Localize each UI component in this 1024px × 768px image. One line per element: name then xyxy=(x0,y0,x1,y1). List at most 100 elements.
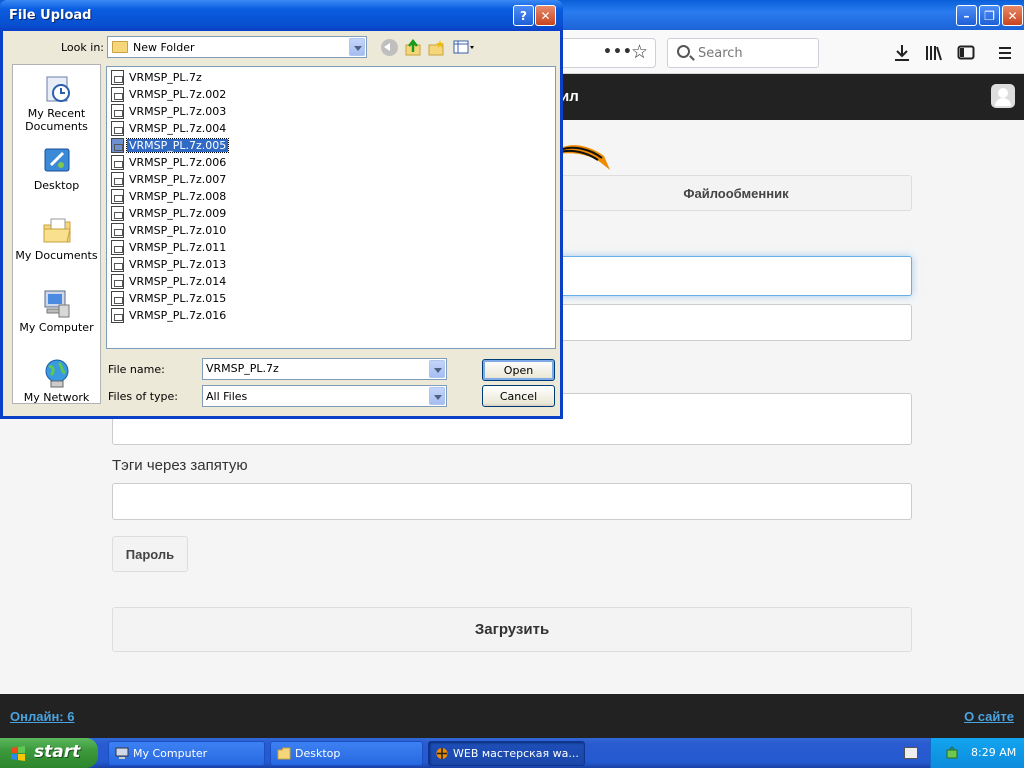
list-item[interactable]: VRMSP_PL.7z.010 xyxy=(111,222,228,238)
list-item[interactable]: VRMSP_PL.7z.002 xyxy=(111,86,228,102)
archive-file-icon xyxy=(111,205,124,221)
close-button[interactable]: ✕ xyxy=(1002,5,1023,26)
file-name: VRMSP_PL.7z.014 xyxy=(129,274,227,288)
task-browser[interactable]: WEB мастерская wa... xyxy=(428,741,585,766)
search-box[interactable]: Search xyxy=(667,38,819,68)
tags-input[interactable] xyxy=(112,483,912,520)
list-item[interactable]: VRMSP_PL.7z.014 xyxy=(111,273,228,289)
safely-remove-icon[interactable] xyxy=(945,746,959,760)
password-button[interactable]: Пароль xyxy=(112,536,188,572)
upload-button[interactable]: Загрузить xyxy=(112,607,912,652)
list-item[interactable]: VRMSP_PL.7z.011 xyxy=(111,239,228,255)
dialog-close-button[interactable]: ✕ xyxy=(535,5,556,26)
file-name: VRMSP_PL.7z.013 xyxy=(129,257,227,271)
site-footer xyxy=(0,694,1024,738)
back-icon[interactable] xyxy=(381,39,398,56)
list-item[interactable]: VRMSP_PL.7z.003 xyxy=(111,103,228,119)
task-label: My Computer xyxy=(133,747,208,760)
file-list[interactable]: VRMSP_PL.7z VRMSP_PL.7z.002 VRMSP_PL.7z.00… xyxy=(106,66,556,349)
keyboard-icon[interactable] xyxy=(904,747,918,759)
file-name: VRMSP_PL.7z.011 xyxy=(129,240,227,254)
archive-file-icon xyxy=(111,307,124,323)
folder-icon xyxy=(112,41,128,53)
place-label: My Recent Documents xyxy=(25,107,88,133)
task-my-computer[interactable]: My Computer xyxy=(108,741,265,766)
list-item[interactable]: VRMSP_PL.7z.016 xyxy=(111,307,228,323)
list-item[interactable]: VRMSP_PL.7z.005 xyxy=(111,137,230,153)
file-name: VRMSP_PL.7z.003 xyxy=(129,104,227,118)
dialog-titlebar[interactable]: File Upload ? ✕ xyxy=(0,0,563,31)
my-documents-icon xyxy=(43,218,71,243)
place-my-network[interactable]: My Network xyxy=(13,357,100,404)
place-label: My Network xyxy=(23,391,90,404)
place-desktop[interactable]: Desktop xyxy=(13,145,100,192)
chevron-down-icon[interactable] xyxy=(429,387,445,405)
archive-file-icon xyxy=(111,69,124,85)
place-recent-documents[interactable]: My Recent Documents xyxy=(13,73,100,133)
archive-file-icon xyxy=(111,154,124,170)
file-name: VRMSP_PL.7z.008 xyxy=(129,189,227,203)
file-name: VRMSP_PL.7z.016 xyxy=(129,308,227,322)
place-my-documents[interactable]: My Documents xyxy=(13,215,100,262)
file-name: VRMSP_PL.7z.006 xyxy=(129,155,227,169)
menu-icon[interactable] xyxy=(997,45,1013,61)
download-icon[interactable] xyxy=(893,44,911,62)
list-item[interactable]: VRMSP_PL.7z.015 xyxy=(111,290,228,306)
archive-file-icon xyxy=(111,273,124,289)
tags-label: Тэги через запятую xyxy=(112,457,248,474)
chevron-down-icon[interactable] xyxy=(429,360,445,378)
search-icon xyxy=(677,45,690,58)
list-item[interactable]: VRMSP_PL.7z.009 xyxy=(111,205,228,221)
clock: 8:29 AM xyxy=(971,746,1017,759)
place-my-computer[interactable]: My Computer xyxy=(13,287,100,334)
list-item[interactable]: VRMSP_PL.7z.008 xyxy=(111,188,228,204)
link-input[interactable] xyxy=(560,304,912,341)
archive-file-icon xyxy=(111,171,124,187)
look-in-value: New Folder xyxy=(133,41,195,54)
start-button[interactable]: start xyxy=(0,738,98,768)
recent-documents-icon xyxy=(46,76,70,102)
task-desktop[interactable]: Desktop xyxy=(270,741,423,766)
place-label: My Documents xyxy=(15,249,98,262)
archive-file-icon xyxy=(111,86,124,102)
list-item[interactable]: VRMSP_PL.7z.004 xyxy=(111,120,228,136)
start-label: start xyxy=(34,742,81,762)
look-in-label: Look in: xyxy=(61,41,104,54)
place-label: Desktop xyxy=(33,179,80,192)
minimize-button[interactable]: – xyxy=(956,5,977,26)
new-folder-icon[interactable] xyxy=(428,39,445,56)
list-item[interactable]: VRMSP_PL.7z.007 xyxy=(111,171,228,187)
sidebar-icon[interactable] xyxy=(957,44,975,62)
file-name-input[interactable] xyxy=(206,362,426,375)
my-computer-icon xyxy=(44,290,69,318)
page-actions-icon[interactable]: ••• xyxy=(603,44,633,60)
title-input[interactable] xyxy=(560,256,912,296)
file-name-combobox[interactable] xyxy=(202,358,447,380)
dialog-title: File Upload xyxy=(9,8,92,23)
list-item[interactable]: VRMSP_PL.7z xyxy=(111,69,204,85)
about-link[interactable]: О сайте xyxy=(964,709,1014,724)
places-bar: My Recent Documents Desktop My Documents xyxy=(12,64,101,404)
cancel-button[interactable]: Cancel xyxy=(482,385,555,407)
library-icon[interactable] xyxy=(925,44,943,62)
chevron-down-icon[interactable] xyxy=(349,38,365,56)
user-avatar-icon[interactable] xyxy=(991,84,1015,108)
online-count-link[interactable]: Онлайн: 6 xyxy=(10,709,74,724)
archive-file-icon xyxy=(111,188,124,204)
files-of-type-dropdown[interactable]: All Files xyxy=(202,385,447,407)
archive-file-icon xyxy=(111,103,124,119)
views-menu-icon[interactable] xyxy=(453,39,475,56)
look-in-dropdown[interactable]: New Folder xyxy=(107,36,367,58)
computer-icon xyxy=(115,747,129,759)
list-item[interactable]: VRMSP_PL.7z.013 xyxy=(111,256,228,272)
open-button[interactable]: Open xyxy=(482,359,555,381)
up-folder-icon[interactable] xyxy=(405,39,422,56)
help-button[interactable]: ? xyxy=(513,5,534,26)
task-label: WEB мастерская wa... xyxy=(453,747,579,760)
maximize-button[interactable]: ❐ xyxy=(979,5,1000,26)
list-item[interactable]: VRMSP_PL.7z.006 xyxy=(111,154,228,170)
windows-logo-icon xyxy=(11,746,25,761)
tab-fileshare[interactable]: Файлообменник xyxy=(560,175,912,211)
bookmark-star-icon[interactable]: ☆ xyxy=(631,41,648,63)
task-label: Desktop xyxy=(295,747,341,760)
